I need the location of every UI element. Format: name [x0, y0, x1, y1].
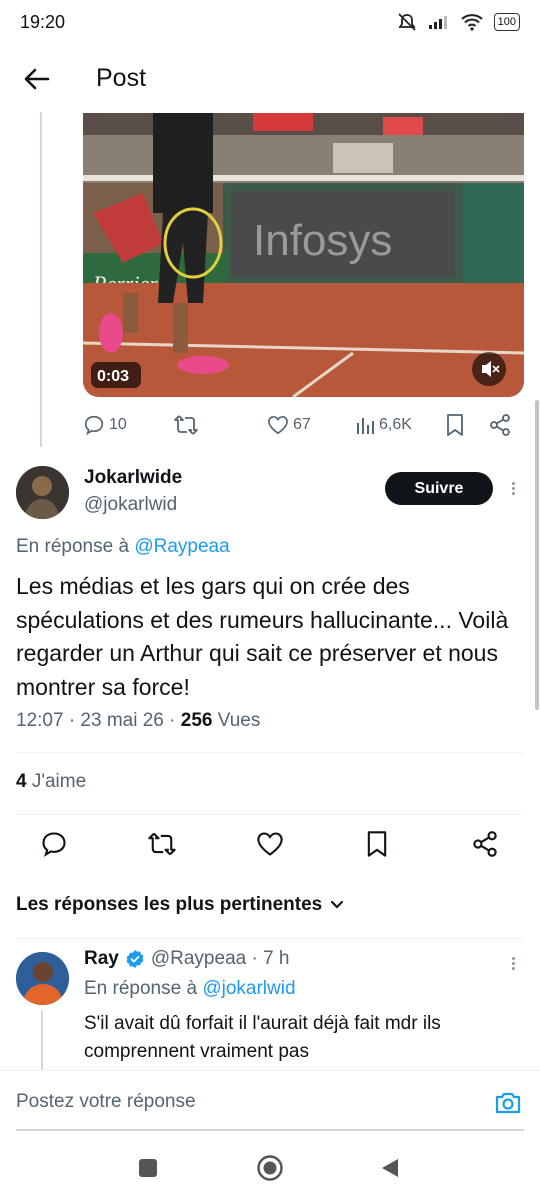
like-count: 67	[293, 416, 311, 433]
avatar[interactable]	[16, 466, 69, 519]
reply-handle-time: @Raypeaa · 7 h	[150, 948, 290, 969]
share-icon	[473, 831, 497, 857]
home-button[interactable]	[254, 1152, 286, 1184]
retweet-icon	[174, 415, 198, 435]
bookmark-button[interactable]	[361, 828, 393, 860]
views-action[interactable]: 6,6K	[355, 410, 412, 440]
reply-button[interactable]	[38, 828, 70, 860]
status-icons: 100	[396, 10, 520, 34]
home-circle-icon	[257, 1155, 283, 1181]
system-navigation-bar	[0, 1140, 540, 1200]
compose-underline	[16, 1129, 524, 1131]
reply-action[interactable]: 10	[83, 410, 127, 440]
share-icon	[490, 414, 510, 436]
avatar-image	[16, 466, 69, 519]
divider	[16, 938, 524, 939]
page-title: Post	[96, 64, 147, 92]
replies-sort-label: Les réponses les plus pertinentes	[16, 894, 323, 915]
reply-avatar[interactable]	[16, 952, 69, 1005]
top-app-bar: Post	[0, 50, 540, 108]
tweet-timestamp: 12:07 · 23 mai 26 ·	[16, 710, 176, 731]
views-number: 256	[180, 710, 213, 731]
reply-count: 10	[109, 416, 127, 433]
camera-button[interactable]	[494, 1089, 522, 1117]
reply-handle-link[interactable]: @jokarlwid	[202, 978, 295, 999]
video-player[interactable]: Infosys Perrier 0:03	[83, 113, 524, 397]
battery-indicator: 100	[493, 13, 520, 31]
tweet-meta: 12:07 · 23 mai 26 · 256 Vues	[16, 710, 260, 732]
scrollbar[interactable]	[535, 400, 539, 710]
back-button[interactable]	[20, 62, 54, 96]
reply-prefix: En réponse à	[84, 978, 198, 999]
tweet-text: Les médias et les gars qui on crée des s…	[16, 573, 509, 700]
thread-connector-line	[40, 112, 42, 447]
video-duration: 0:03	[97, 368, 129, 385]
retweet-icon	[148, 832, 176, 856]
likes-number: 4	[16, 771, 27, 792]
reply-context: En réponse à @Raypeaa	[16, 536, 230, 558]
signal-icon	[428, 16, 447, 29]
verified-badge-icon	[126, 950, 144, 968]
quoted-tweet-actions: 10 67 6,6K	[83, 410, 524, 440]
reply-more-options-icon[interactable]	[503, 953, 523, 973]
retweet-action[interactable]	[173, 410, 199, 440]
reply-context: En réponse à @jokarlwid	[84, 978, 296, 1000]
views-label: Vues	[217, 710, 261, 731]
reply-thread-line	[41, 1010, 43, 1070]
arrow-left-icon	[24, 68, 50, 90]
follow-button[interactable]: Suivre	[385, 472, 493, 505]
speech-bubble-icon	[42, 832, 66, 857]
divider	[16, 752, 524, 753]
bookmark-icon	[367, 831, 387, 857]
likes-summary[interactable]: 4 J'aime	[16, 771, 86, 793]
reply-handle-link[interactable]: @Raypeaa	[134, 536, 229, 557]
bar-chart-icon	[357, 418, 374, 434]
reply-author-name[interactable]: Ray	[84, 948, 119, 970]
views-count: 6,6K	[379, 416, 412, 433]
speech-bubble-icon	[84, 415, 104, 436]
square-icon	[139, 1159, 157, 1177]
like-action[interactable]: 67	[267, 410, 311, 440]
status-bar: 19:20 100	[0, 0, 540, 44]
share-button[interactable]	[469, 828, 501, 860]
heart-icon	[257, 832, 283, 856]
reply-text: S'il avait dû forfait il l'aurait déjà f…	[84, 1013, 441, 1062]
billboard-text: Infosys	[253, 216, 392, 265]
wifi-icon	[460, 14, 483, 31]
likes-label: J'aime	[31, 771, 87, 792]
divider	[16, 814, 524, 815]
like-button[interactable]	[254, 828, 286, 860]
author-handle[interactable]: @jokarlwid	[84, 494, 177, 516]
mute-icon	[397, 13, 416, 31]
replies-sort-dropdown[interactable]: Les réponses les plus pertinentes	[16, 894, 344, 916]
back-nav-button[interactable]	[374, 1152, 406, 1184]
recents-button[interactable]	[132, 1152, 164, 1184]
tweet-actions	[0, 824, 540, 864]
reply-header: Ray @Raypeaa · 7 h	[84, 948, 290, 970]
camera-icon	[495, 1092, 521, 1114]
chevron-down-icon	[331, 900, 344, 909]
reply-prefix: En réponse à	[16, 536, 130, 557]
bookmark-icon	[447, 414, 463, 436]
bookmark-action[interactable]	[445, 410, 465, 440]
heart-icon	[268, 415, 288, 435]
share-action[interactable]	[489, 410, 511, 440]
video-frame: Infosys Perrier 0:03	[83, 113, 524, 397]
author-name[interactable]: Jokarlwide	[84, 467, 182, 489]
reply-avatar-image	[16, 952, 69, 1005]
retweet-button[interactable]	[146, 828, 178, 860]
more-options-icon[interactable]	[503, 478, 523, 498]
compose-bar	[0, 1070, 540, 1132]
status-time: 19:20	[20, 12, 66, 32]
reply-input[interactable]	[16, 1091, 436, 1113]
triangle-back-icon	[382, 1159, 398, 1177]
